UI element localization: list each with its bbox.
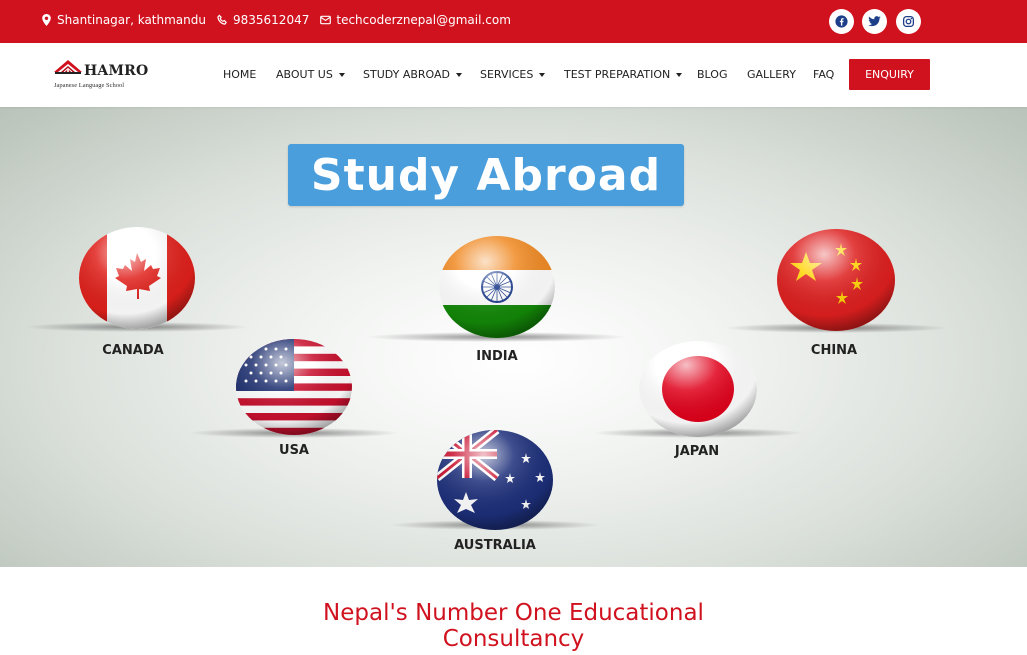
main-navbar: HAMRO Japanese Language School HOME ABOU… — [0, 43, 1027, 107]
address-text: Shantinagar, kathmandu — [57, 13, 206, 27]
india-flag-globe — [439, 236, 555, 338]
nav-test-preparation-label: TEST PREPARATION — [564, 68, 671, 81]
caret-down-icon — [676, 72, 683, 77]
site-logo[interactable]: HAMRO Japanese Language School — [53, 57, 148, 93]
nav-home-label: HOME — [223, 68, 257, 81]
heading-line-1: Nepal's Number One Educational — [323, 600, 704, 626]
phone-item[interactable]: 9835612047 — [216, 13, 309, 27]
flag-globes-graphic — [25, 227, 948, 530]
nav-about-us-label: ABOUT US — [276, 68, 333, 81]
nav-blog[interactable]: BLOG — [697, 68, 727, 81]
facebook-icon[interactable] — [829, 9, 854, 34]
email-text[interactable]: techcoderznepal@gmail.com — [336, 13, 511, 27]
japan-flag-globe — [639, 341, 757, 437]
study-abroad-banner: Study Abroad CANADA INDIA CHINA USA JAPA… — [0, 107, 1027, 567]
heading-line-2: Consultancy — [442, 626, 585, 652]
canada-flag-globe — [79, 227, 195, 329]
nav-services[interactable]: SERVICES — [480, 68, 546, 81]
country-label-canada: CANADA — [102, 343, 164, 358]
nav-about-us[interactable]: ABOUT US — [276, 68, 345, 81]
address-item: Shantinagar, kathmandu — [40, 13, 206, 27]
twitter-icon[interactable] — [862, 9, 887, 34]
map-marker-icon — [40, 13, 52, 27]
instagram-icon[interactable] — [896, 9, 921, 34]
phone-text[interactable]: 9835612047 — [233, 13, 309, 27]
logo-wordmark: HAMRO — [84, 63, 149, 79]
section-heading: Nepal's Number One Educational Consultan… — [0, 600, 1027, 652]
australia-flag-globe — [437, 430, 553, 530]
email-item[interactable]: techcoderznepal@gmail.com — [319, 13, 511, 27]
caret-down-icon — [456, 72, 463, 77]
nav-services-label: SERVICES — [480, 68, 534, 81]
nav-home[interactable]: HOME — [223, 68, 256, 81]
nav-study-abroad-label: STUDY ABROAD — [363, 68, 451, 81]
country-label-japan: JAPAN — [674, 444, 720, 459]
top-contact-bar: Shantinagar, kathmandu 9835612047 techco… — [0, 0, 1027, 43]
country-label-australia: AUSTRALIA — [454, 538, 536, 553]
nav-gallery-label: GALLERY — [747, 68, 796, 81]
enquiry-button[interactable]: ENQUIRY — [849, 59, 930, 90]
roof-logo-icon — [54, 60, 82, 74]
nav-gallery[interactable]: GALLERY — [747, 68, 796, 81]
envelope-icon — [319, 13, 331, 27]
contact-info: Shantinagar, kathmandu 9835612047 techco… — [40, 13, 521, 27]
caret-down-icon — [338, 72, 345, 77]
usa-flag-globe — [236, 339, 352, 435]
country-label-usa: USA — [279, 443, 309, 458]
logo-tagline: Japanese Language School — [54, 82, 125, 89]
country-label-china: CHINA — [810, 343, 858, 358]
caret-down-icon — [539, 72, 546, 77]
phone-icon — [216, 13, 228, 27]
nav-blog-label: BLOG — [697, 68, 728, 81]
nav-study-abroad[interactable]: STUDY ABROAD — [363, 68, 463, 81]
country-label-india: INDIA — [476, 349, 518, 364]
nav-test-preparation[interactable]: TEST PREPARATION — [564, 68, 683, 81]
china-flag-globe — [777, 229, 895, 331]
nav-faq-label: FAQ — [813, 68, 835, 81]
nav-faq[interactable]: FAQ — [813, 68, 834, 81]
